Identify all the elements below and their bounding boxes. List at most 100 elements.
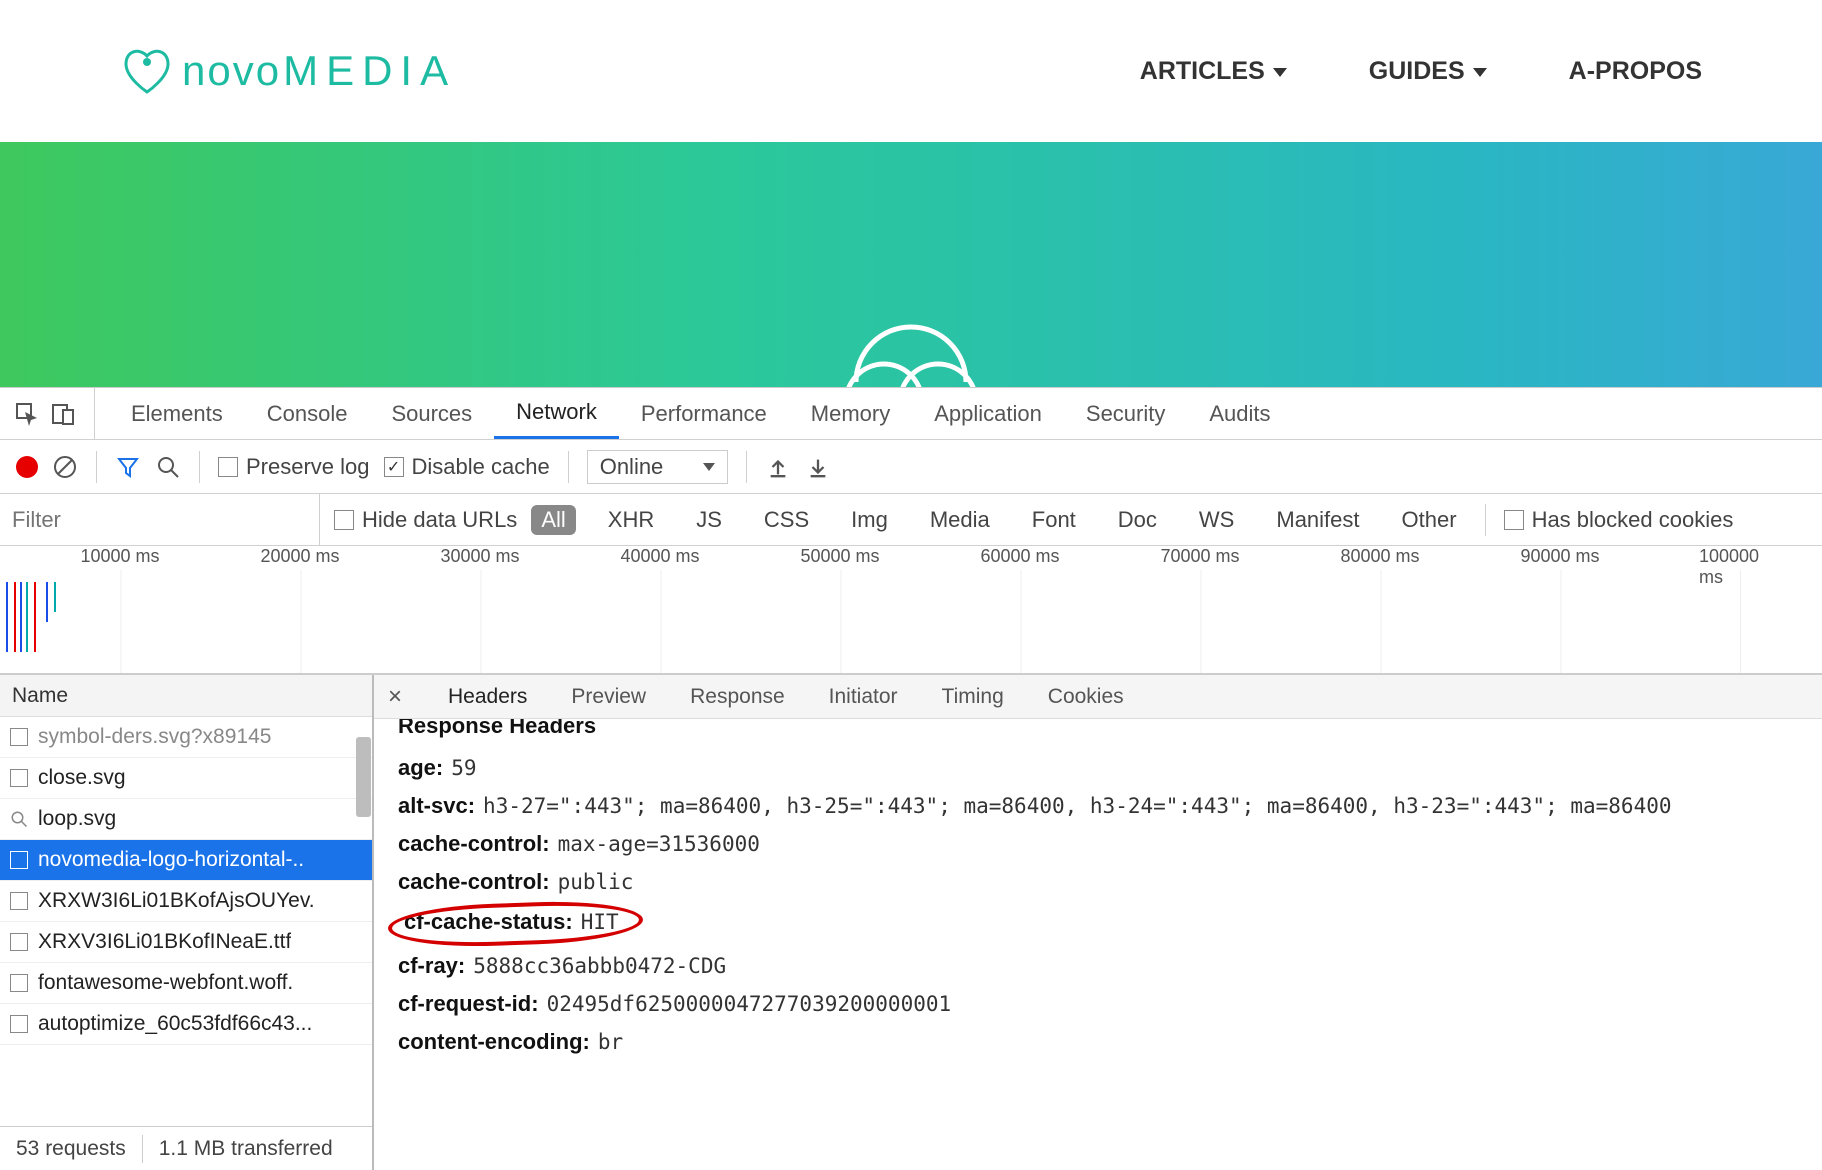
request-name: loop.svg [38, 807, 116, 831]
header-value: 02495df6250000047277039200000001 [547, 992, 952, 1016]
header-name: cf-ray: [398, 953, 465, 979]
requests-panel: Name symbol-ders.svg?x89145 close.svg lo… [0, 675, 374, 1170]
detail-tabs: × Headers Preview Response Initiator Tim… [374, 675, 1822, 719]
tab-sources[interactable]: Sources [369, 388, 494, 439]
request-name: XRXV3I6Li01BKofINeaE.ttf [38, 930, 291, 954]
tab-network[interactable]: Network [494, 388, 619, 439]
disable-cache-checkbox[interactable]: Disable cache [384, 454, 550, 480]
logo-text: novoMEDIA [182, 47, 456, 95]
site-header: novoMEDIA ARTICLES GUIDES A-PROPOS [0, 0, 1822, 142]
divider [1485, 504, 1486, 536]
filter-font[interactable]: Font [1022, 505, 1086, 535]
header-name: cf-request-id: [398, 991, 539, 1017]
nav-apropos[interactable]: A-PROPOS [1569, 57, 1702, 86]
tab-elements[interactable]: Elements [109, 388, 245, 439]
devtools-tab-list: Elements Console Sources Network Perform… [95, 388, 1293, 439]
header-value: 5888cc36abbb0472-CDG [473, 954, 726, 978]
request-row[interactable]: autoptimize_60c53fdf66c43... [0, 1004, 372, 1045]
request-name: XRXW3I6Li01BKofAjsOUYev. [38, 889, 315, 913]
request-row[interactable]: symbol-ders.svg?x89145 [0, 717, 372, 758]
tab-console[interactable]: Console [245, 388, 370, 439]
request-row-selected[interactable]: novomedia-logo-horizontal-.. [0, 840, 372, 881]
detail-tab-initiator[interactable]: Initiator [825, 675, 902, 718]
record-icon[interactable] [16, 456, 38, 478]
header-row-highlighted: cf-cache-status: HIT [398, 901, 1798, 947]
chevron-down-icon [1473, 68, 1487, 77]
filter-manifest[interactable]: Manifest [1266, 505, 1369, 535]
requests-header[interactable]: Name [0, 675, 372, 717]
header-row: cache-control: max-age=31536000 [398, 825, 1798, 863]
preserve-log-checkbox[interactable]: Preserve log [218, 454, 370, 480]
header-value: 59 [451, 756, 476, 780]
download-icon[interactable] [805, 454, 831, 480]
device-toggle-icon[interactable] [50, 401, 76, 427]
request-row[interactable]: fontawesome-webfont.woff. [0, 963, 372, 1004]
request-name: fontawesome-webfont.woff. [38, 971, 293, 995]
filter-xhr[interactable]: XHR [598, 505, 664, 535]
detail-tab-timing[interactable]: Timing [938, 675, 1008, 718]
detail-tab-cookies[interactable]: Cookies [1044, 675, 1128, 718]
scrollbar-thumb[interactable] [356, 737, 371, 817]
tab-performance[interactable]: Performance [619, 388, 789, 439]
filter-input[interactable] [0, 494, 320, 545]
filter-img[interactable]: Img [841, 505, 898, 535]
tick: 30000 ms [440, 546, 519, 567]
nav-label: ARTICLES [1140, 57, 1265, 86]
header-value: max-age=31536000 [558, 832, 760, 856]
filter-doc[interactable]: Doc [1108, 505, 1167, 535]
close-icon[interactable]: × [382, 683, 408, 711]
request-row[interactable]: loop.svg [0, 799, 372, 840]
request-row[interactable]: close.svg [0, 758, 372, 799]
tab-memory[interactable]: Memory [789, 388, 912, 439]
detail-tab-headers[interactable]: Headers [444, 675, 531, 718]
tab-application[interactable]: Application [912, 388, 1064, 439]
network-waterfall[interactable]: 10000 ms 20000 ms 30000 ms 40000 ms 5000… [0, 546, 1822, 674]
nav-articles[interactable]: ARTICLES [1140, 57, 1287, 86]
blocked-cookies-checkbox[interactable]: Has blocked cookies [1504, 507, 1734, 533]
file-icon [10, 933, 28, 951]
filter-all[interactable]: All [531, 505, 575, 535]
network-split-pane: Name symbol-ders.svg?x89145 close.svg lo… [0, 674, 1822, 1170]
search-icon[interactable] [155, 454, 181, 480]
inspect-icon[interactable] [14, 401, 40, 427]
filter-js[interactable]: JS [686, 505, 732, 535]
chevron-down-icon [703, 463, 715, 471]
tick: 100000 ms [1699, 546, 1781, 588]
filter-icon[interactable] [115, 454, 141, 480]
file-icon [10, 974, 28, 992]
throttling-select[interactable]: Online [587, 450, 729, 484]
site-logo[interactable]: novoMEDIA [120, 44, 456, 98]
transferred-size: 1.1 MB transferred [143, 1137, 349, 1161]
tab-audits[interactable]: Audits [1187, 388, 1292, 439]
header-value: public [558, 870, 634, 894]
header-name: cf-cache-status: [404, 909, 573, 935]
divider [199, 451, 200, 483]
filter-ws[interactable]: WS [1189, 505, 1244, 535]
filter-other[interactable]: Other [1392, 505, 1467, 535]
nav-guides[interactable]: GUIDES [1369, 57, 1487, 86]
nav-label: A-PROPOS [1569, 57, 1702, 86]
devtools-panel: Elements Console Sources Network Perform… [0, 387, 1822, 1170]
nav-label: GUIDES [1369, 57, 1465, 86]
clear-icon[interactable] [52, 454, 78, 480]
filter-css[interactable]: CSS [754, 505, 819, 535]
logo-text-media: MEDIA [283, 47, 456, 95]
upload-icon[interactable] [765, 454, 791, 480]
disable-cache-label: Disable cache [412, 454, 550, 480]
detail-tab-preview[interactable]: Preview [567, 675, 650, 718]
hero-arcs-icon [826, 302, 996, 387]
tab-security[interactable]: Security [1064, 388, 1187, 439]
search-icon [10, 810, 28, 828]
tick: 50000 ms [800, 546, 879, 567]
request-name: symbol-ders.svg?x89145 [38, 725, 271, 749]
request-row[interactable]: XRXV3I6Li01BKofINeaE.ttf [0, 922, 372, 963]
request-row[interactable]: XRXW3I6Li01BKofAjsOUYev. [0, 881, 372, 922]
detail-tab-response[interactable]: Response [686, 675, 789, 718]
hide-data-urls-checkbox[interactable]: Hide data URLs [334, 507, 517, 533]
requests-count: 53 requests [0, 1137, 142, 1161]
filter-media[interactable]: Media [920, 505, 1000, 535]
network-filter-row: Hide data URLs All XHR JS CSS Img Media … [0, 494, 1822, 546]
header-name: content-encoding: [398, 1029, 590, 1055]
divider [96, 451, 97, 483]
hero-banner [0, 142, 1822, 387]
